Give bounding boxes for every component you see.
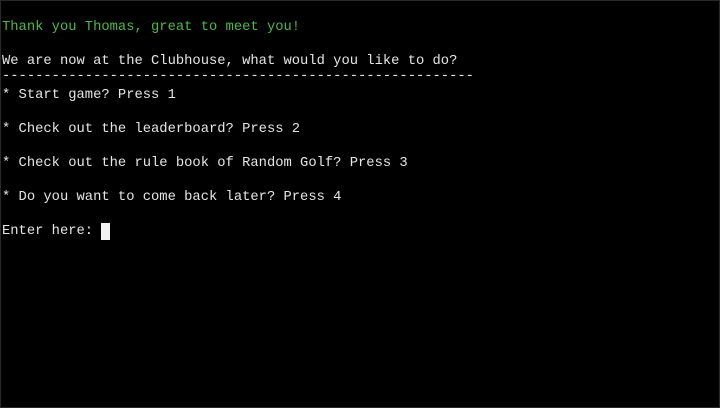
menu-item-start-game: * Start game? Press 1 <box>2 88 176 103</box>
divider-line: ----------------------------------------… <box>2 69 474 84</box>
input-line[interactable]: Enter here: <box>2 223 111 240</box>
greeting-text: Thank you Thomas, great to meet you! <box>2 20 301 35</box>
menu-item-come-back-later: * Do you want to come back later? Press … <box>2 190 342 205</box>
menu-item-leaderboard: * Check out the leaderboard? Press 2 <box>2 122 301 137</box>
terminal-window[interactable]: Thank you Thomas, great to meet you! We … <box>0 0 720 408</box>
input-prompt-label: Enter here: <box>2 224 94 239</box>
menu-item-rule-book: * Check out the rule book of Random Golf… <box>2 156 408 171</box>
text-cursor[interactable] <box>101 223 111 240</box>
